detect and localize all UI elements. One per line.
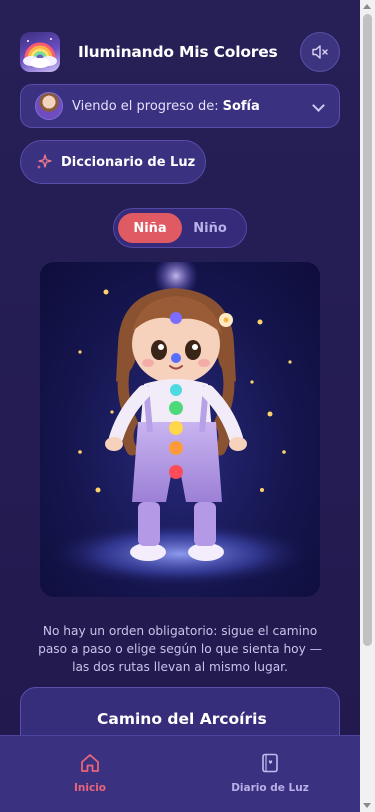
path-caption: No hay un orden obligatorio: sigue el ca… [38, 624, 322, 674]
nav-label-diary: Diario de Luz [231, 782, 309, 794]
app-header: Iluminando Mis Colores [20, 30, 340, 74]
main-scroll-area[interactable]: Iluminando Mis Colores Viendo el progres… [0, 0, 360, 812]
mute-button[interactable] [300, 32, 340, 72]
scrollbar[interactable] [360, 0, 375, 812]
scroll-up-arrow-icon[interactable] [363, 4, 371, 9]
toggle-boy[interactable]: Niño [178, 213, 242, 243]
selected-child-name: Sofía [222, 98, 260, 114]
chevron-down-icon [312, 99, 325, 112]
scrollbar-thumb[interactable] [363, 14, 372, 646]
nav-item-home[interactable]: Inicio [0, 736, 180, 812]
rainbow-cloud-logo [20, 32, 60, 72]
gender-toggle: Niña Niño [113, 208, 247, 248]
child-progress-select[interactable]: Viendo el progreso de: Sofía [20, 84, 340, 128]
home-icon [81, 754, 99, 772]
dictionary-label: Diccionario de Luz [61, 154, 196, 170]
app-title: Iluminando Mis Colores [78, 43, 278, 61]
scroll-down-arrow-icon[interactable] [363, 803, 371, 808]
progress-label: Viendo el progreso de: [72, 98, 219, 114]
bottom-nav: Inicio Diario de Luz [0, 735, 360, 812]
nav-label-home: Inicio [73, 782, 107, 794]
journal-icon [262, 753, 278, 773]
avatar [35, 92, 63, 120]
chakra-girl-illustration [40, 262, 320, 597]
path-card-title: Camino del Arcoíris [97, 710, 267, 728]
toggle-girl[interactable]: Niña [118, 213, 182, 243]
dictionary-button[interactable]: Diccionario de Luz [20, 140, 206, 184]
nav-item-diary[interactable]: Diario de Luz [180, 736, 360, 812]
sparkles-icon [37, 154, 52, 169]
speaker-muted-icon [312, 45, 328, 59]
